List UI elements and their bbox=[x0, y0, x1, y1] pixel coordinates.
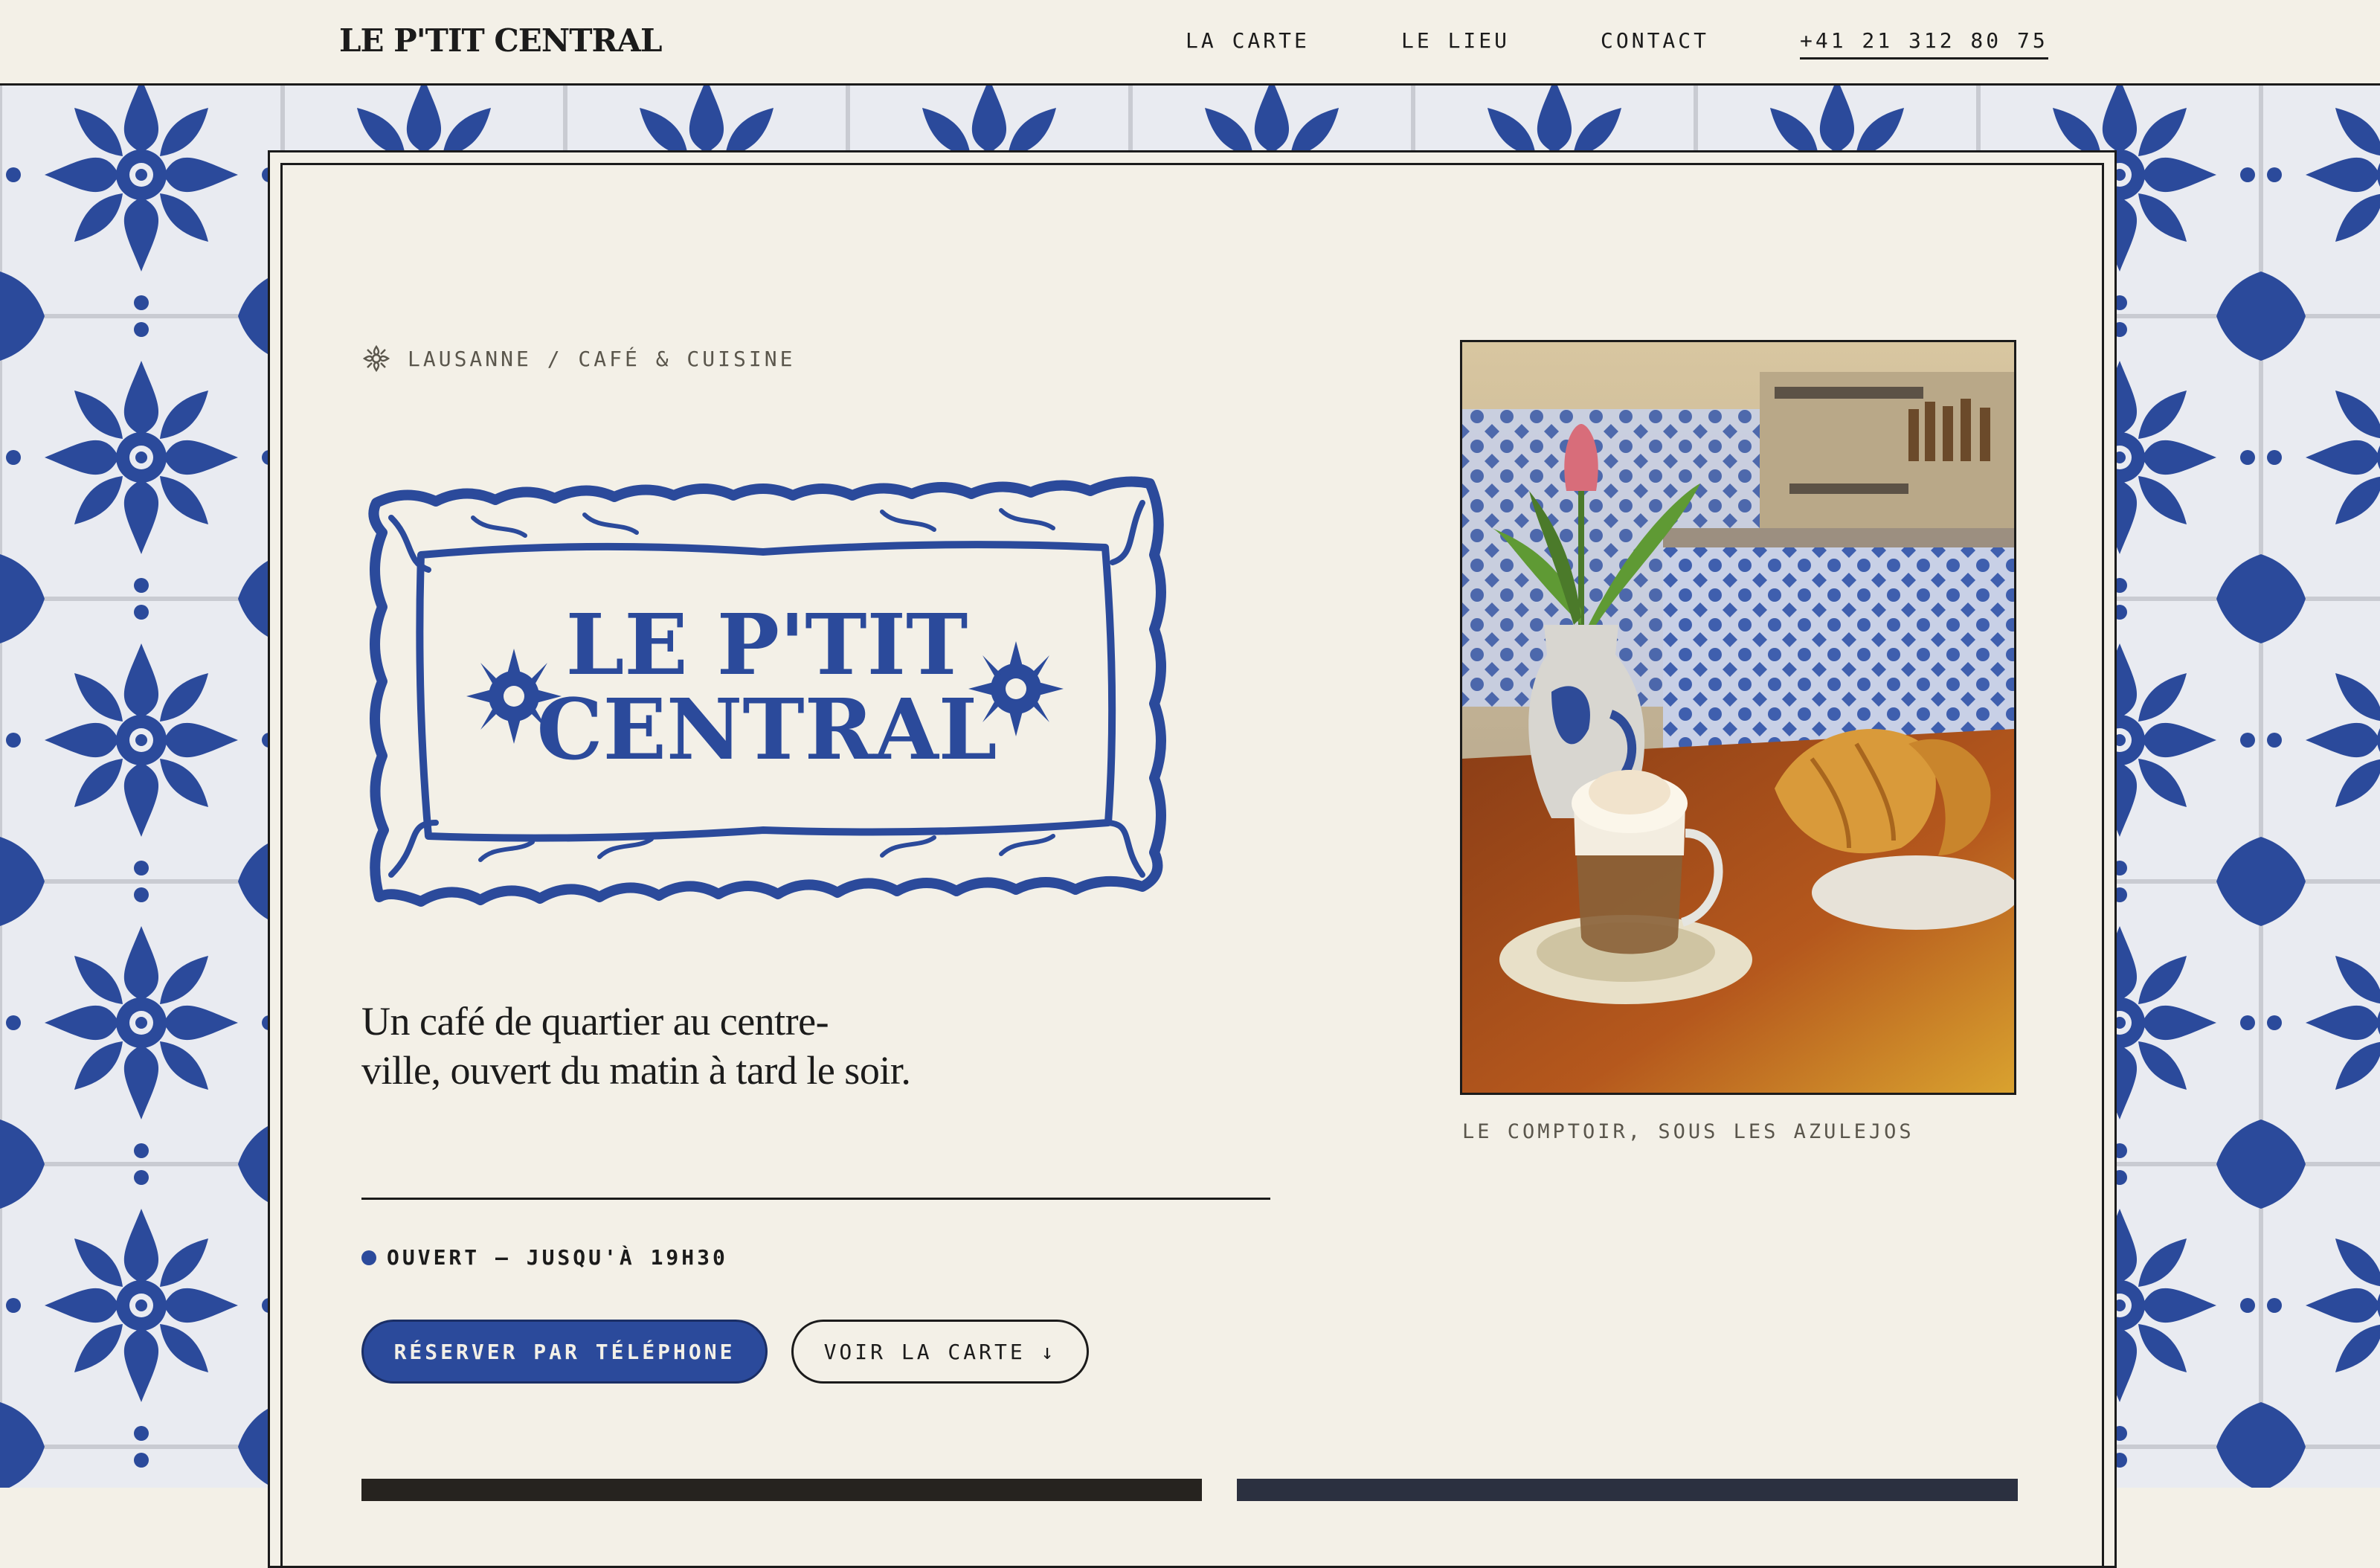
nav-link-contact[interactable]: CONTACT bbox=[1601, 28, 1709, 53]
gallery-image-right bbox=[1237, 1479, 2018, 1501]
top-navigation: LE P'TIT CENTRAL LA CARTE LE LIEU CONTAC… bbox=[0, 0, 2380, 86]
tagline-line-1: Un café de quartier au centre- bbox=[361, 999, 829, 1044]
counter-photo bbox=[1460, 340, 2016, 1095]
brand-logo-text[interactable]: LE P'TIT CENTRAL bbox=[339, 22, 662, 59]
status-text: OUVERT — JUSQU'À 19H30 bbox=[387, 1245, 728, 1270]
divider bbox=[361, 1198, 1270, 1200]
flower-icon bbox=[362, 344, 390, 373]
reserve-by-phone-button[interactable]: RÉSERVER PAR TÉLÉPHONE bbox=[361, 1320, 768, 1384]
gallery-image-left bbox=[361, 1479, 1202, 1501]
opening-status: OUVERT — JUSQU'À 19H30 bbox=[361, 1245, 728, 1270]
hero-tagline: Un café de quartier au centre- ville, ou… bbox=[361, 997, 927, 1095]
nav-phone-link[interactable]: +41 21 312 80 75 bbox=[1800, 28, 2048, 60]
eyebrow-text: LAUSANNE / CAFÉ & CUISINE bbox=[408, 346, 796, 371]
nav-link-le-lieu[interactable]: LE LIEU bbox=[1401, 28, 1510, 53]
status-dot-icon bbox=[361, 1250, 376, 1265]
logo-line-2: CENTRAL bbox=[537, 681, 997, 779]
view-menu-button[interactable]: VOIR LA CARTE ↓ bbox=[791, 1320, 1089, 1384]
nav-link-la-carte[interactable]: LA CARTE bbox=[1186, 28, 1310, 53]
hero-eyebrow: LAUSANNE / CAFÉ & CUISINE bbox=[361, 344, 795, 373]
ornate-cafe-logo: LE P'TIT CENTRAL bbox=[368, 476, 1166, 907]
cafe-counter-image bbox=[1462, 342, 2014, 1093]
logo-line-1: LE P'TIT bbox=[566, 597, 968, 694]
tagline-line-2: ville, ouvert du matin à tard le soir. bbox=[361, 1048, 911, 1093]
photo-caption: LE COMPTOIR, SOUS LES AZULEJOS bbox=[1462, 1120, 1914, 1143]
